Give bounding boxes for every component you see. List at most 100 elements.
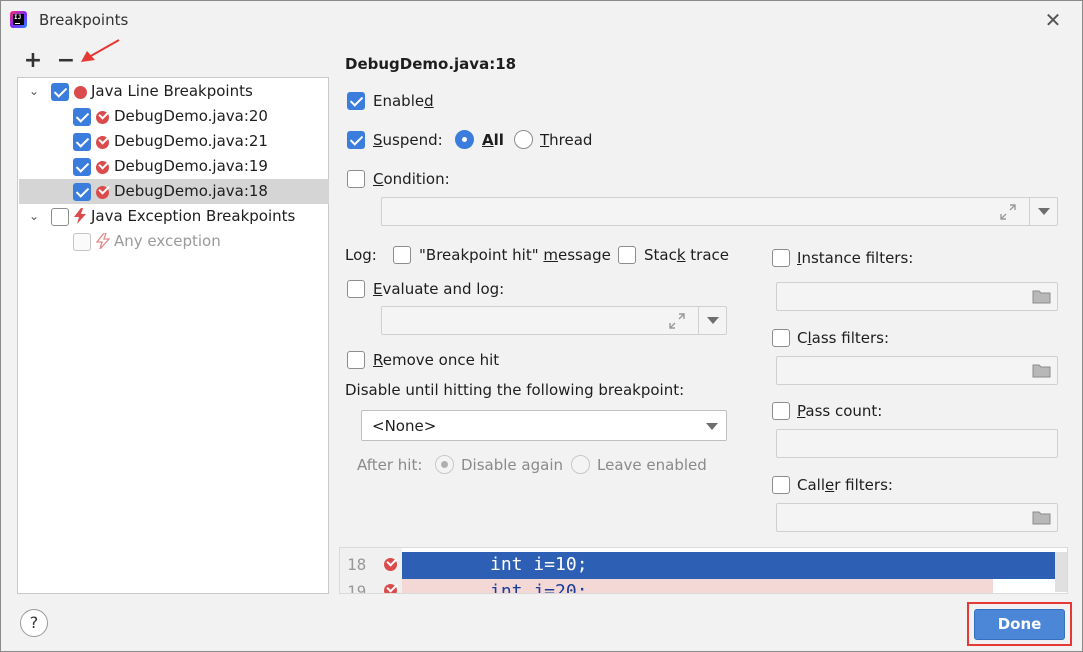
- instance-filters-label[interactable]: Instance filters:: [797, 249, 913, 267]
- class-filters-checkbox[interactable]: [772, 329, 790, 347]
- tree-item[interactable]: DebugDemo.java:21: [19, 129, 329, 154]
- item-checkbox[interactable]: [73, 133, 91, 151]
- leave-enabled-radio[interactable]: [571, 455, 590, 474]
- chevron-down-icon[interactable]: ⌄: [27, 209, 41, 223]
- evaluate-history-dropdown[interactable]: [698, 307, 726, 334]
- editor-gutter: 18 19: [340, 548, 402, 594]
- pass-count-input[interactable]: [776, 429, 1058, 458]
- remove-once-hit-label[interactable]: Remove once hit: [373, 351, 499, 369]
- condition-checkbox[interactable]: [347, 170, 365, 188]
- evaluate-expression-input[interactable]: [381, 306, 727, 335]
- tree-group-java-exception[interactable]: ⌄ Java Exception Breakpoints: [19, 204, 329, 229]
- tree-item[interactable]: DebugDemo.java:20: [19, 104, 329, 129]
- verified-breakpoint-icon: [96, 161, 109, 174]
- title-bar: IJ Breakpoints ✕: [1, 1, 1082, 39]
- chevron-down-icon[interactable]: ⌄: [27, 84, 41, 98]
- tree-group-java-line[interactable]: ⌄ Java Line Breakpoints: [19, 79, 329, 104]
- tree-item-label: DebugDemo.java:21: [114, 132, 268, 150]
- suspend-all-radio[interactable]: [455, 130, 474, 149]
- close-icon[interactable]: ✕: [1042, 9, 1064, 31]
- done-button[interactable]: Done: [974, 609, 1065, 640]
- caller-filters-label[interactable]: Caller filters:: [797, 476, 893, 494]
- suspend-label[interactable]: Suspend:: [373, 131, 443, 149]
- item-checkbox[interactable]: [73, 233, 91, 251]
- code-scrollbar[interactable]: [1055, 552, 1067, 592]
- condition-label[interactable]: Condition:: [373, 170, 450, 188]
- item-checkbox[interactable]: [73, 158, 91, 176]
- folder-icon[interactable]: [1032, 289, 1052, 304]
- class-filters-label[interactable]: Class filters:: [797, 329, 889, 347]
- pass-count-label[interactable]: Pass count:: [797, 402, 882, 420]
- disable-again-label[interactable]: Disable again: [461, 456, 563, 474]
- breakpoint-hit-message-checkbox[interactable]: [393, 246, 411, 264]
- verified-breakpoint-icon: [96, 136, 109, 149]
- evaluate-and-log-checkbox[interactable]: [347, 280, 365, 298]
- suspend-checkbox[interactable]: [347, 131, 365, 149]
- class-filters-input[interactable]: [776, 356, 1058, 385]
- red-arrow-annotation-icon: [81, 39, 120, 62]
- tree-group-label: Java Exception Breakpoints: [91, 207, 296, 225]
- code-line-highlighted: int i=10;: [402, 552, 1055, 579]
- tree-item-label: DebugDemo.java:19: [114, 157, 268, 175]
- selected-option: <None>: [372, 417, 437, 435]
- caller-filters-input[interactable]: [776, 503, 1058, 532]
- stack-trace-checkbox[interactable]: [618, 246, 636, 264]
- window-title: Breakpoints: [39, 11, 129, 29]
- remove-once-hit-checkbox[interactable]: [347, 351, 365, 369]
- caller-filters-checkbox[interactable]: [772, 476, 790, 494]
- exception-bolt-icon: [74, 208, 86, 224]
- log-label: Log:: [345, 246, 377, 264]
- pass-count-checkbox[interactable]: [772, 402, 790, 420]
- breakpoint-details-title: DebugDemo.java:18: [345, 55, 517, 73]
- expand-icon[interactable]: [999, 203, 1017, 221]
- expand-icon[interactable]: [668, 312, 686, 330]
- condition-input[interactable]: [381, 197, 1058, 226]
- disable-until-select[interactable]: <None>: [361, 410, 727, 441]
- breakpoint-dot-icon: [74, 86, 87, 99]
- add-breakpoint-button[interactable]: +: [22, 50, 44, 73]
- code-preview: 18 19 int i=10; int j=20;: [339, 547, 1068, 594]
- verified-breakpoint-icon: [384, 558, 397, 571]
- group-checkbox[interactable]: [51, 83, 69, 101]
- item-checkbox[interactable]: [73, 183, 91, 201]
- suspend-thread-label[interactable]: Thread: [540, 131, 592, 149]
- tree-item[interactable]: Any exception: [19, 229, 329, 254]
- breakpoint-hit-message-label[interactable]: "Breakpoint hit" message: [419, 246, 611, 264]
- tree-item[interactable]: DebugDemo.java:19: [19, 154, 329, 179]
- code-line: int j=20;: [402, 579, 993, 594]
- enabled-label[interactable]: Enabled: [373, 92, 434, 110]
- breakpoints-dialog: IJ Breakpoints ✕ + − ⌄ Java Line Breakpo…: [0, 0, 1083, 652]
- item-checkbox[interactable]: [73, 108, 91, 126]
- instance-filters-checkbox[interactable]: [772, 249, 790, 267]
- code-text: int i=10;: [490, 554, 588, 575]
- tree-group-label: Java Line Breakpoints: [91, 82, 253, 100]
- verified-breakpoint-icon: [96, 111, 109, 124]
- enabled-checkbox[interactable]: [347, 92, 365, 110]
- folder-icon[interactable]: [1032, 510, 1052, 525]
- help-button[interactable]: ?: [20, 609, 48, 637]
- evaluate-and-log-label[interactable]: Evaluate and log:: [373, 280, 504, 298]
- disable-until-label: Disable until hitting the following brea…: [345, 381, 685, 399]
- tree-item-label: Any exception: [114, 232, 221, 250]
- chevron-down-icon: [1038, 208, 1050, 215]
- line-number: 18: [347, 555, 367, 574]
- suspend-thread-radio[interactable]: [514, 130, 533, 149]
- chevron-down-icon: [706, 423, 718, 430]
- folder-icon[interactable]: [1032, 363, 1052, 378]
- instance-filters-input[interactable]: [776, 282, 1058, 311]
- leave-enabled-label[interactable]: Leave enabled: [597, 456, 707, 474]
- tree-item-selected[interactable]: DebugDemo.java:18: [19, 179, 329, 204]
- verified-breakpoint-icon: [96, 186, 109, 199]
- code-text: int j=20;: [490, 581, 588, 594]
- breakpoint-tree[interactable]: ⌄ Java Line Breakpoints DebugDemo.java:2…: [17, 77, 329, 594]
- stack-trace-label[interactable]: Stack trace: [644, 246, 729, 264]
- line-number: 19: [347, 582, 367, 594]
- condition-history-dropdown[interactable]: [1029, 198, 1057, 225]
- verified-breakpoint-icon: [384, 584, 397, 593]
- disable-again-radio[interactable]: [435, 455, 454, 474]
- group-checkbox[interactable]: [51, 208, 69, 226]
- chevron-down-icon: [707, 317, 719, 324]
- after-hit-label: After hit:: [357, 456, 423, 474]
- tree-item-label: DebugDemo.java:18: [114, 182, 268, 200]
- suspend-all-label[interactable]: All: [482, 131, 504, 149]
